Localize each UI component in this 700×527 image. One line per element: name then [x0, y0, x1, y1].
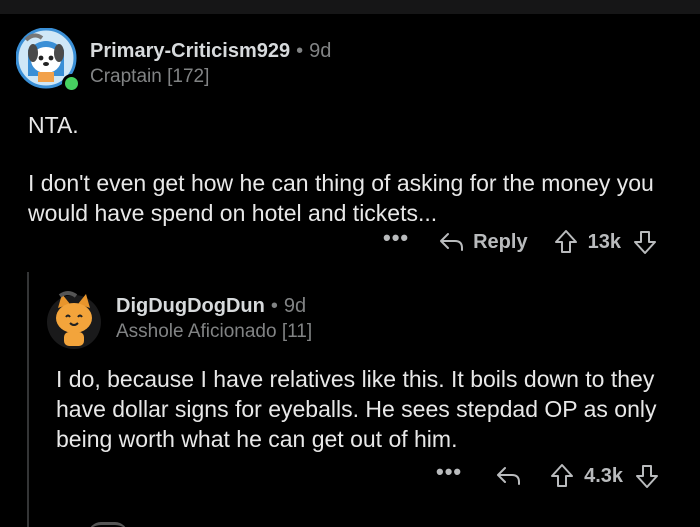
comment-paragraph: I don't even get how he can thing of ask…: [28, 170, 654, 226]
upvote-button[interactable]: [554, 229, 578, 255]
separator-dot: •: [296, 40, 304, 62]
comment-meta: DigDugDogDun • 9d: [116, 295, 306, 318]
comment-paragraph: I do, because I have relatives like this…: [56, 366, 657, 452]
user-flair: Asshole Aficionado [11]: [116, 321, 313, 342]
reply-button[interactable]: [496, 465, 522, 487]
vote-score: 4.3k: [584, 464, 624, 487]
more-options-button[interactable]: •••: [383, 227, 409, 251]
comment-age: 9d: [309, 40, 332, 62]
reply-arrow-icon: [497, 467, 521, 485]
downvote-button[interactable]: [633, 229, 657, 255]
more-options-button[interactable]: •••: [436, 461, 462, 485]
comment-age: 9d: [283, 295, 307, 317]
downvote-icon: [633, 231, 656, 254]
comment-paragraph: NTA.: [28, 112, 79, 138]
comment-body: I do, because I have relatives like this…: [56, 364, 681, 454]
comment-reply: DigDugDogDun • 9d Asshole Aficionado [11] …: [0, 272, 700, 527]
reply-label: Reply: [473, 230, 528, 253]
vote-score: 13k: [587, 230, 621, 253]
comment-actions: ••• 4.3k: [436, 461, 659, 490]
reply-button[interactable]: Reply: [439, 230, 528, 254]
separator-dot: •: [270, 295, 278, 317]
comment-meta: Primary-Criticism929 • 9d: [90, 40, 331, 63]
upvote-icon: [554, 230, 577, 253]
upvote-icon: [551, 464, 574, 487]
comment-actions: ••• Reply 13k: [383, 227, 657, 256]
avatar[interactable]: [15, 27, 81, 93]
reply-arrow-icon: [440, 233, 464, 251]
next-comment-avatar: [88, 522, 128, 527]
comment-primary: Primary-Criticism929 • 9d Craptain [172] N…: [0, 0, 700, 265]
comment-body: NTA. I don't even get how he can thing o…: [28, 110, 678, 228]
username[interactable]: Primary-Criticism929: [90, 40, 290, 62]
downvote-button[interactable]: [635, 463, 659, 489]
upvote-button[interactable]: [550, 463, 574, 489]
user-flair: Craptain [172]: [90, 66, 210, 87]
cat-avatar: [47, 291, 101, 349]
comment-thread: Primary-Criticism929 • 9d Craptain [172] N…: [0, 0, 700, 527]
downvote-icon: [636, 465, 659, 488]
online-dot-icon: [62, 74, 81, 93]
username[interactable]: DigDugDogDun: [116, 295, 265, 317]
avatar[interactable]: [46, 290, 102, 352]
